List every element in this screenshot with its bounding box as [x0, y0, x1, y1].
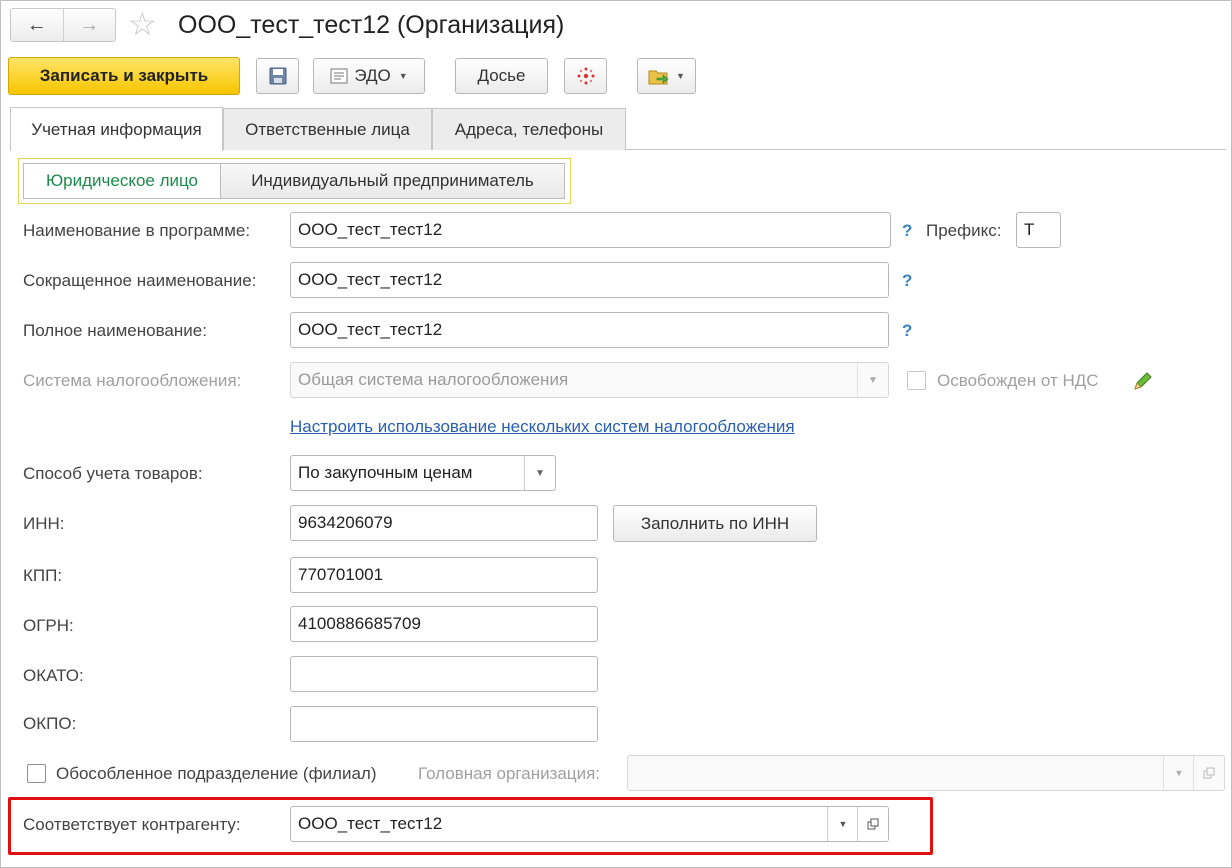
pencil-icon[interactable]	[1132, 370, 1154, 397]
save-and-close-button[interactable]: Записать и закрыть	[8, 57, 240, 95]
full-name-field[interactable]: ООО_тест_тест12	[290, 312, 889, 348]
help-icon[interactable]: ?	[902, 221, 912, 241]
structure-button[interactable]	[564, 58, 607, 94]
branch-label: Обособленное подразделение (филиал)	[56, 764, 377, 783]
chevron-down-icon: ▼	[676, 71, 685, 81]
kpp-label: КПП:	[23, 566, 63, 585]
chevron-down-icon: ▼	[1163, 756, 1194, 790]
okpo-field[interactable]	[290, 706, 598, 742]
inn-label: ИНН:	[23, 514, 65, 533]
vat-exempt-label: Освобожден от НДС	[937, 371, 1099, 390]
arrow-left-icon[interactable]: ←	[11, 9, 63, 41]
inn-field[interactable]: 9634206079	[290, 505, 598, 541]
edo-label: ЭДО	[354, 66, 391, 85]
chevron-down-icon[interactable]: ▼	[827, 807, 858, 841]
counterparty-value: ООО_тест_тест12	[298, 814, 443, 833]
tab-addresses-phones[interactable]: Адреса, телефоны	[432, 108, 626, 150]
okpo-label: ОКПО:	[23, 714, 77, 733]
floppy-disk-icon	[269, 67, 286, 85]
edo-menu-button[interactable]: ЭДО ▼	[313, 58, 425, 94]
tax-system-select: Общая система налогообложения ▼	[290, 362, 889, 398]
short-name-label: Сокращенное наименование:	[23, 271, 257, 290]
goods-accounting-select[interactable]: По закупочным ценам ▼	[290, 455, 556, 491]
tab-accounting-info[interactable]: Учетная информация	[10, 107, 223, 151]
kpp-field[interactable]: 770701001	[290, 557, 598, 593]
fill-by-inn-button[interactable]: Заполнить по ИНН	[613, 505, 817, 542]
attachments-menu-button[interactable]: ▼	[637, 58, 696, 94]
goods-accounting-label: Способ учета товаров:	[23, 464, 203, 483]
dossier-button[interactable]: Досье	[455, 58, 548, 94]
vat-exempt-checkbox[interactable]	[907, 371, 926, 390]
name-program-field[interactable]: ООО_тест_тест12	[290, 212, 891, 248]
navigation-buttons: ← →	[10, 8, 116, 42]
tab-responsible-persons[interactable]: Ответственные лица	[223, 108, 432, 150]
name-program-label: Наименование в программе:	[23, 221, 251, 240]
folder-arrow-icon	[648, 70, 669, 85]
prefix-label: Префикс:	[926, 221, 1002, 240]
branch-checkbox[interactable]	[27, 764, 46, 783]
page-title: ООО_тест_тест12 (Организация)	[178, 11, 565, 39]
save-button[interactable]	[256, 58, 299, 94]
tax-system-label: Система налогообложения:	[23, 371, 242, 390]
star-icon[interactable]: ☆	[128, 6, 157, 42]
help-icon[interactable]: ?	[902, 321, 912, 341]
configure-tax-systems-link[interactable]: Настроить использование нескольких систе…	[290, 417, 795, 437]
structure-icon	[577, 67, 594, 85]
document-list-icon	[330, 68, 348, 84]
prefix-field[interactable]: Т	[1016, 212, 1061, 248]
counterparty-label: Соответствует контрагенту:	[23, 815, 241, 834]
okato-label: ОКАТО:	[23, 666, 84, 685]
tax-system-value: Общая система налогообложения	[298, 370, 569, 389]
short-name-field[interactable]: ООО_тест_тест12	[290, 262, 889, 298]
help-icon[interactable]: ?	[902, 271, 912, 291]
full-name-label: Полное наименование:	[23, 321, 207, 340]
chevron-down-icon[interactable]: ▼	[524, 456, 555, 490]
counterparty-select[interactable]: ООО_тест_тест12 ▼	[290, 806, 889, 842]
entity-type-switch: Юридическое лицо Индивидуальный предприн…	[18, 158, 571, 204]
chevron-down-icon: ▼	[857, 363, 888, 397]
individual-entrepreneur-option[interactable]: Индивидуальный предприниматель	[220, 163, 565, 199]
open-icon[interactable]	[857, 807, 888, 841]
ogrn-field[interactable]: 4100886685709	[290, 606, 598, 642]
head-org-select: ▼	[627, 755, 1225, 791]
open-icon	[1193, 756, 1224, 790]
arrow-right-icon[interactable]: →	[62, 9, 116, 41]
ogrn-label: ОГРН:	[23, 616, 74, 635]
goods-accounting-value: По закупочным ценам	[298, 463, 473, 482]
okato-field[interactable]	[290, 656, 598, 692]
chevron-down-icon: ▼	[398, 71, 408, 81]
legal-entity-option[interactable]: Юридическое лицо	[23, 163, 221, 199]
head-org-label: Головная организация:	[418, 764, 601, 783]
